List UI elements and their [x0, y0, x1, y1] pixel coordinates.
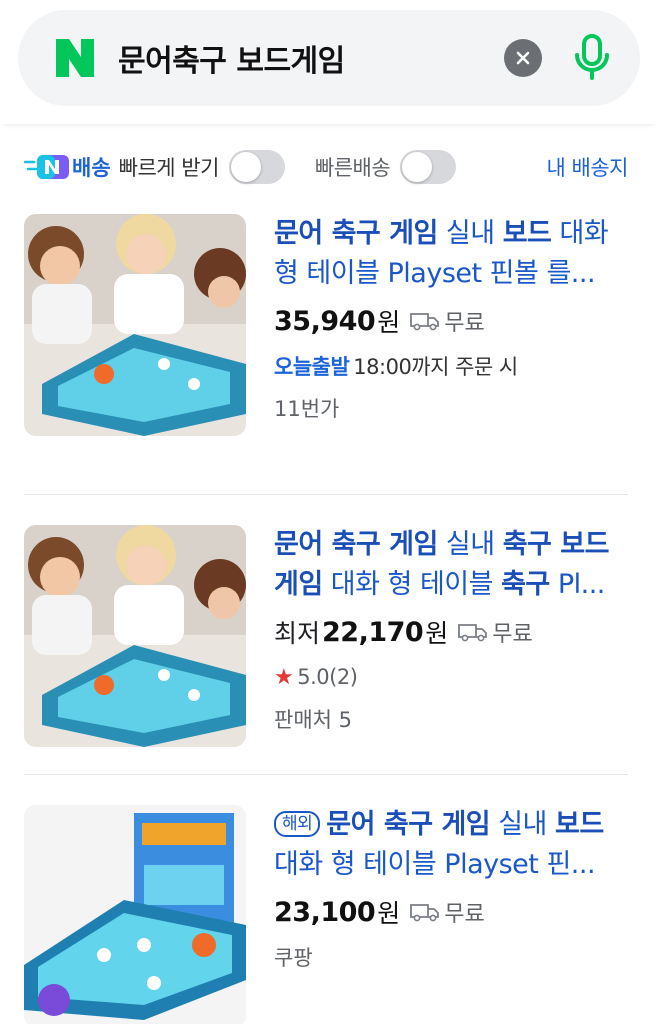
product-image[interactable] [24, 805, 246, 1024]
product-price: 23,100 [274, 896, 376, 928]
star-icon: ★ [274, 664, 294, 690]
product-price: 22,170 [322, 616, 424, 648]
product-list: 문어 축구 게임 실내 보드 대화 형 테이블 Playset 핀볼 를... … [24, 214, 628, 1024]
fast-receive-filter[interactable]: 배송 빠르게 받기 [24, 140, 285, 194]
shipping-fee: 무료 [444, 902, 485, 927]
currency-label: 원 [377, 308, 401, 337]
product-image[interactable] [24, 214, 246, 436]
truck-icon [458, 622, 488, 642]
delivery-label: 배송 [72, 156, 111, 180]
price-row: 35,940 원 무료 [274, 300, 628, 342]
filter-row: 배송 빠르게 받기 빠른배송 내 배송지 [24, 140, 629, 194]
product-info: 해외 문어 축구 게임 실내 보드 대화 형 테이블 Playset 핀... 2… [274, 805, 628, 1024]
product-title[interactable]: 문어 축구 게임 실내 축구 보드 게임 대화 형 테이블 축구 Pl... [274, 525, 628, 605]
fast-delivery-filter[interactable]: 빠른배송 [307, 140, 457, 194]
voice-search-button[interactable] [570, 33, 614, 83]
naver-delivery-icon [24, 152, 70, 182]
seller-name[interactable]: 11번가 [274, 390, 628, 426]
product-item[interactable]: 해외 문어 축구 게임 실내 보드 대화 형 테이블 Playset 핀... 2… [24, 774, 628, 1024]
fast-delivery-toggle[interactable] [400, 150, 457, 184]
product-image[interactable] [24, 525, 246, 747]
currency-label: 원 [377, 899, 401, 928]
search-input[interactable]: 문어축구 보드게임 [118, 36, 504, 80]
fast-delivery-label: 빠른배송 [314, 156, 391, 180]
product-price: 35,940 [274, 305, 376, 337]
review-count: (2) [329, 665, 358, 689]
truck-icon [410, 902, 440, 922]
shipping-fee: 무료 [444, 311, 485, 336]
seller-name[interactable]: 쿠팡 [274, 939, 628, 975]
shipping-fee: 무료 [492, 622, 533, 647]
fast-receive-toggle[interactable] [228, 150, 285, 184]
product-info: 문어 축구 게임 실내 보드 대화 형 테이블 Playset 핀볼 를... … [274, 214, 628, 494]
product-info: 문어 축구 게임 실내 축구 보드 게임 대화 형 테이블 축구 Pl... 최… [274, 525, 628, 774]
clear-search-button[interactable] [504, 39, 542, 77]
product-title[interactable]: 해외 문어 축구 게임 실내 보드 대화 형 테이블 Playset 핀... [274, 805, 628, 885]
shopping-results-page: 문어축구 보드게임 배송 빠르게 받기 빠른배송 내 배송지 문어 축구 게임 … [0, 0, 658, 1024]
product-title[interactable]: 문어 축구 게임 실내 보드 대화 형 테이블 Playset 핀볼 를... [274, 214, 628, 294]
today-dispatch-badge: 오늘출발 [274, 355, 350, 379]
price-row: 최저 22,170 원 무료 [274, 611, 628, 653]
overseas-badge: 해외 [274, 811, 321, 837]
price-row: 23,100 원 무료 [274, 891, 628, 933]
search-bar[interactable]: 문어축구 보드게임 [18, 10, 640, 106]
seller-count[interactable]: 판매처 5 [274, 701, 628, 737]
delivery-cutoff: 18:00까지 주문 시 [353, 355, 518, 379]
product-item[interactable]: 문어 축구 게임 실내 보드 대화 형 테이블 Playset 핀볼 를... … [24, 214, 628, 494]
search-header: 문어축구 보드게임 [0, 0, 658, 124]
lowest-price-label: 최저 [274, 619, 321, 648]
rating-info[interactable]: ★ 5.0 (2) [274, 659, 628, 695]
currency-label: 원 [425, 619, 449, 648]
rating-value: 5.0 [297, 665, 330, 689]
fast-receive-label: 빠르게 받기 [118, 156, 220, 180]
clear-icon [516, 51, 530, 65]
product-item[interactable]: 문어 축구 게임 실내 축구 보드 게임 대화 형 테이블 축구 Pl... 최… [24, 494, 628, 774]
truck-icon [410, 311, 440, 331]
my-shipping-address-link[interactable]: 내 배송지 [547, 152, 629, 182]
naver-logo-icon[interactable] [54, 37, 96, 79]
delivery-info: 오늘출발 18:00까지 주문 시 [274, 348, 628, 384]
microphone-icon [575, 34, 609, 80]
